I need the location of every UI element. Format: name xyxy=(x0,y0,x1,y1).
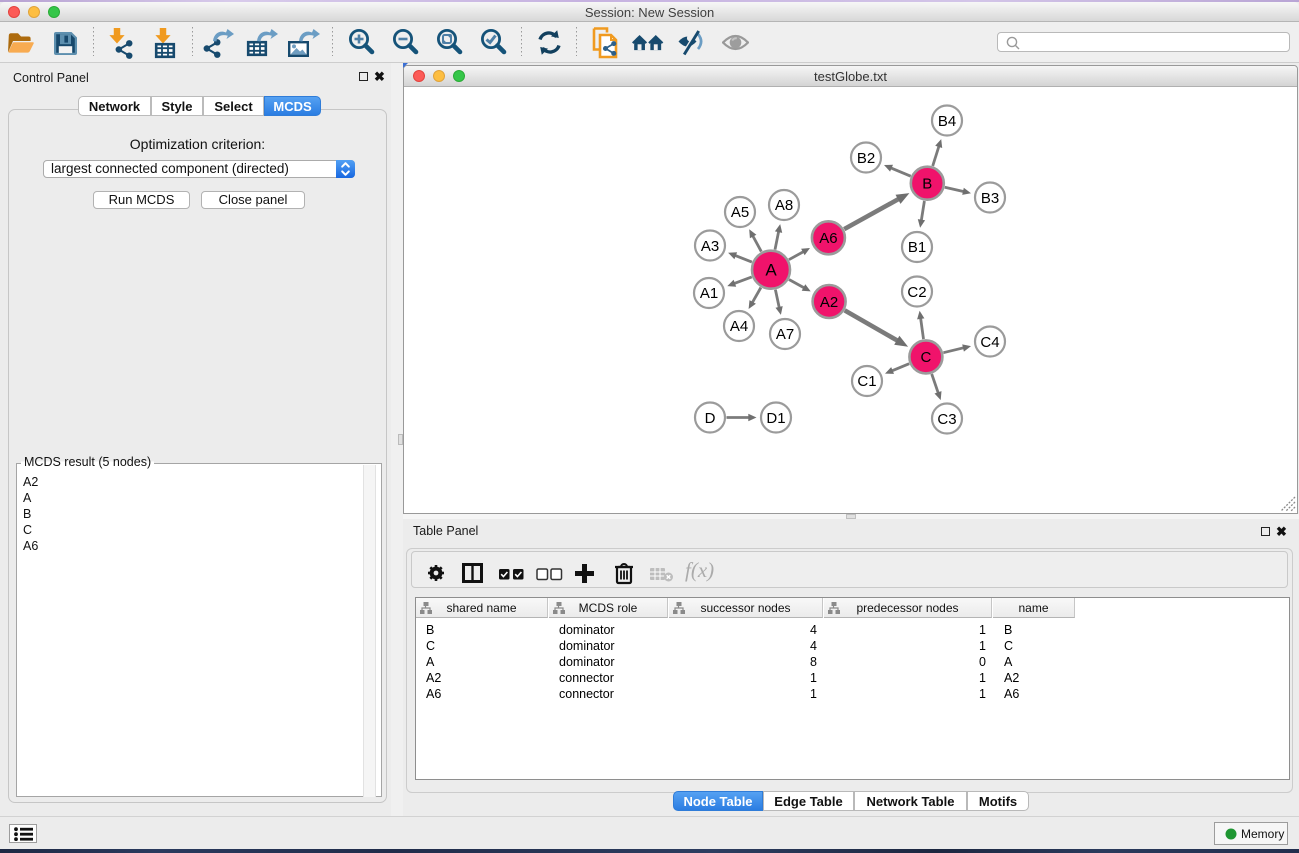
svg-text:C1: C1 xyxy=(857,373,876,390)
svg-text:B1: B1 xyxy=(908,239,926,256)
svg-text:D1: D1 xyxy=(766,410,785,427)
svg-text:A1: A1 xyxy=(700,285,718,302)
svg-text:B: B xyxy=(922,175,932,192)
svg-text:A: A xyxy=(765,261,777,280)
svg-text:B2: B2 xyxy=(857,150,875,167)
svg-text:A6: A6 xyxy=(819,230,837,247)
svg-text:B3: B3 xyxy=(981,190,999,207)
svg-text:B4: B4 xyxy=(938,113,956,130)
svg-text:A2: A2 xyxy=(820,294,838,311)
svg-text:D: D xyxy=(705,410,716,427)
svg-text:A4: A4 xyxy=(730,318,748,335)
svg-text:A7: A7 xyxy=(776,326,794,343)
svg-text:C: C xyxy=(920,349,931,366)
svg-text:C3: C3 xyxy=(937,411,956,428)
svg-text:A3: A3 xyxy=(701,238,719,255)
svg-text:A5: A5 xyxy=(731,204,749,221)
svg-text:C4: C4 xyxy=(980,334,999,351)
svg-text:A8: A8 xyxy=(775,197,793,214)
svg-text:C2: C2 xyxy=(907,284,926,301)
